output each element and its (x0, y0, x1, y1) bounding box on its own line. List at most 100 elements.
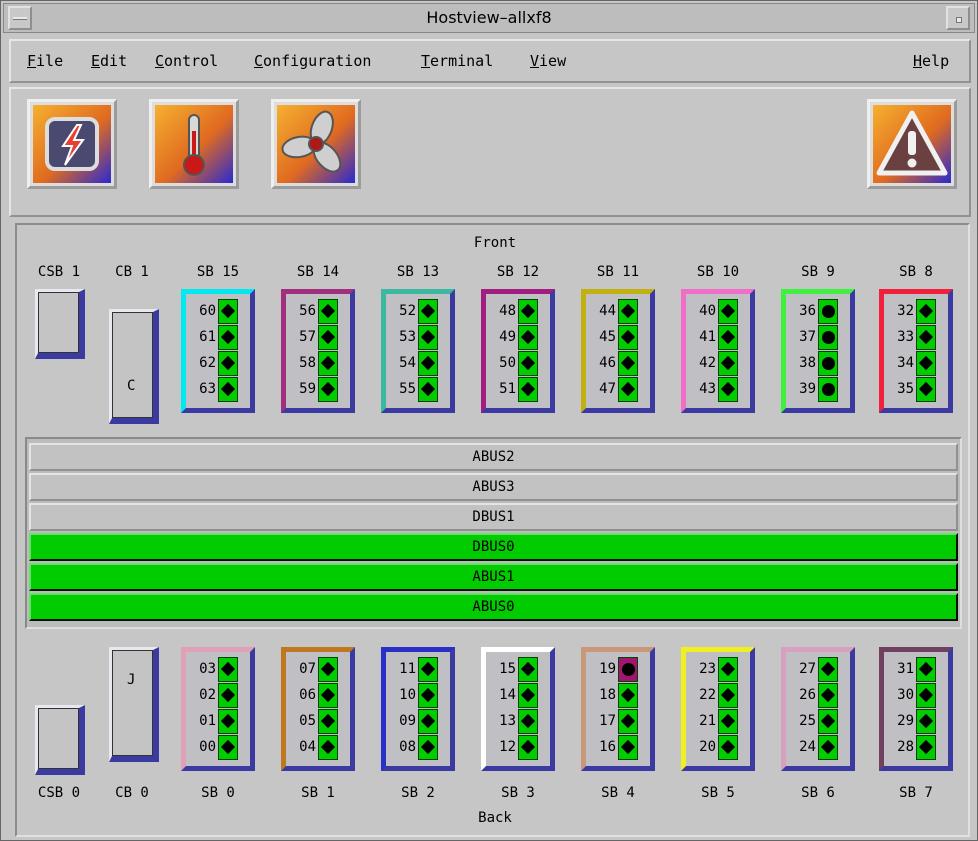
cpu-slot[interactable]: 18 (591, 683, 645, 709)
cpu-slot[interactable]: 46 (591, 351, 645, 377)
menu-terminal[interactable]: Terminal (421, 52, 493, 70)
cpu-slot[interactable]: 14 (491, 683, 545, 709)
cpu-slot[interactable]: 53 (391, 325, 445, 351)
cpu-slot[interactable]: 40 (691, 299, 745, 325)
bus-dbus1[interactable]: DBUS1 (29, 503, 958, 531)
cpu-slot[interactable]: 55 (391, 377, 445, 403)
bus-dbus0[interactable]: DBUS0 (29, 533, 958, 561)
cpu-slot[interactable]: 34 (889, 351, 943, 377)
system-board[interactable]: 40 41 42 43 (681, 289, 755, 413)
cpu-slot[interactable]: 50 (491, 351, 545, 377)
cpu-slot[interactable]: 09 (391, 709, 445, 735)
bus-abus2[interactable]: ABUS2 (29, 443, 958, 471)
system-board[interactable]: 27 26 25 24 (781, 647, 855, 771)
cpu-slot[interactable]: 36 (791, 299, 845, 325)
system-board[interactable]: 32 33 34 35 (879, 289, 953, 413)
cpu-slot[interactable]: 23 (691, 657, 745, 683)
csb1-slot[interactable] (35, 289, 85, 359)
cpu-slot[interactable]: 27 (791, 657, 845, 683)
cpu-slot[interactable]: 33 (889, 325, 943, 351)
system-board[interactable]: 48 49 50 51 (481, 289, 555, 413)
system-board[interactable]: 11 10 09 08 (381, 647, 455, 771)
system-board[interactable]: 23 22 21 20 (681, 647, 755, 771)
menu-help[interactable]: Help (913, 52, 949, 70)
cpu-slot[interactable]: 21 (691, 709, 745, 735)
cpu-slot[interactable]: 31 (889, 657, 943, 683)
cpu-slot[interactable]: 62 (191, 351, 245, 377)
cpu-slot[interactable]: 58 (291, 351, 345, 377)
cpu-slot[interactable]: 06 (291, 683, 345, 709)
menu-file[interactable]: File (27, 52, 63, 70)
cpu-slot[interactable]: 48 (491, 299, 545, 325)
cpu-slot[interactable]: 63 (191, 377, 245, 403)
cpu-slot[interactable]: 59 (291, 377, 345, 403)
cpu-slot[interactable]: 00 (191, 735, 245, 761)
cb0-slot[interactable]: J (109, 647, 159, 762)
cpu-slot[interactable]: 10 (391, 683, 445, 709)
system-board[interactable]: 07 06 05 04 (281, 647, 355, 771)
cpu-slot[interactable]: 49 (491, 325, 545, 351)
menu-edit[interactable]: Edit (91, 52, 127, 70)
cpu-slot[interactable]: 24 (791, 735, 845, 761)
minimize-button[interactable] (946, 6, 970, 30)
cpu-slot[interactable]: 08 (391, 735, 445, 761)
cpu-slot[interactable]: 39 (791, 377, 845, 403)
system-board[interactable]: 15 14 13 12 (481, 647, 555, 771)
bus-abus3[interactable]: ABUS3 (29, 473, 958, 501)
system-board[interactable]: 56 57 58 59 (281, 289, 355, 413)
cpu-slot[interactable]: 16 (591, 735, 645, 761)
cpu-slot[interactable]: 44 (591, 299, 645, 325)
menu-control[interactable]: Control (155, 52, 218, 70)
cpu-slot[interactable]: 61 (191, 325, 245, 351)
system-board[interactable]: 52 53 54 55 (381, 289, 455, 413)
cpu-slot[interactable]: 25 (791, 709, 845, 735)
bus-abus0[interactable]: ABUS0 (29, 593, 958, 621)
system-board[interactable]: 03 02 01 00 (181, 647, 255, 771)
cpu-slot[interactable]: 54 (391, 351, 445, 377)
bus-abus1[interactable]: ABUS1 (29, 563, 958, 591)
csb0-slot[interactable] (35, 705, 85, 775)
temperature-button[interactable] (149, 99, 239, 189)
cpu-slot[interactable]: 03 (191, 657, 245, 683)
cpu-slot[interactable]: 29 (889, 709, 943, 735)
cpu-slot[interactable]: 17 (591, 709, 645, 735)
cpu-slot[interactable]: 20 (691, 735, 745, 761)
title-bar[interactable]: Hostview–allxf8 (3, 3, 975, 33)
cpu-slot[interactable]: 47 (591, 377, 645, 403)
cpu-slot[interactable]: 45 (591, 325, 645, 351)
cpu-slot[interactable]: 60 (191, 299, 245, 325)
cpu-slot[interactable]: 56 (291, 299, 345, 325)
cpu-slot[interactable]: 57 (291, 325, 345, 351)
cpu-slot[interactable]: 42 (691, 351, 745, 377)
cpu-slot[interactable]: 37 (791, 325, 845, 351)
power-button[interactable] (27, 99, 117, 189)
cpu-slot[interactable]: 26 (791, 683, 845, 709)
system-board[interactable]: 31 30 29 28 (879, 647, 953, 771)
cpu-slot[interactable]: 52 (391, 299, 445, 325)
cpu-slot[interactable]: 02 (191, 683, 245, 709)
cpu-slot[interactable]: 35 (889, 377, 943, 403)
menu-view[interactable]: View (530, 52, 566, 70)
cpu-slot[interactable]: 04 (291, 735, 345, 761)
cpu-slot[interactable]: 05 (291, 709, 345, 735)
cpu-slot[interactable]: 01 (191, 709, 245, 735)
system-board[interactable]: 44 45 46 47 (581, 289, 655, 413)
menu-configuration[interactable]: Configuration (254, 52, 371, 70)
cpu-slot[interactable]: 30 (889, 683, 943, 709)
cpu-slot[interactable]: 12 (491, 735, 545, 761)
system-board[interactable]: 36 37 38 39 (781, 289, 855, 413)
cpu-slot[interactable]: 43 (691, 377, 745, 403)
cpu-slot[interactable]: 11 (391, 657, 445, 683)
system-board[interactable]: 60 61 62 63 (181, 289, 255, 413)
cpu-slot[interactable]: 22 (691, 683, 745, 709)
cpu-slot[interactable]: 19 (591, 657, 645, 683)
cb1-slot[interactable]: C (109, 309, 159, 424)
fan-button[interactable] (271, 99, 361, 189)
cpu-slot[interactable]: 51 (491, 377, 545, 403)
cpu-slot[interactable]: 38 (791, 351, 845, 377)
system-board[interactable]: 19 18 17 16 (581, 647, 655, 771)
alarm-button[interactable] (867, 99, 957, 189)
cpu-slot[interactable]: 07 (291, 657, 345, 683)
cpu-slot[interactable]: 41 (691, 325, 745, 351)
cpu-slot[interactable]: 32 (889, 299, 943, 325)
